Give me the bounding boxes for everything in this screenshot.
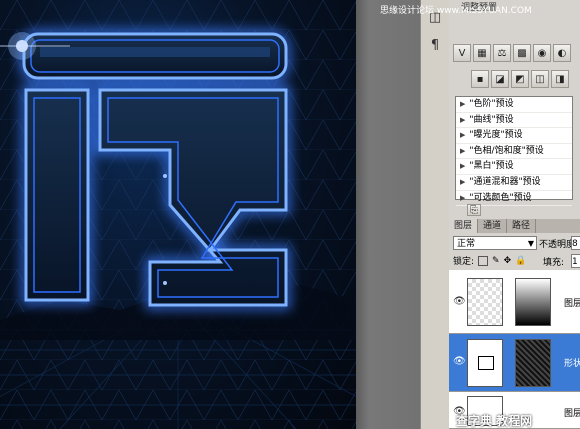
vibrance-icon[interactable]: V — [453, 44, 471, 62]
layer-name[interactable]: 图层 — [564, 296, 580, 309]
tab-layers[interactable]: 图层 — [449, 219, 479, 233]
paragraph-icon[interactable]: ¶ — [427, 38, 443, 54]
layer-row[interactable]: 👁 图层 — [449, 270, 580, 334]
vector-mask-thumbnail — [515, 339, 551, 387]
lock-row: 锁定: ✎ ✥ 🔒 — [453, 254, 526, 267]
lock-move-icon[interactable]: ✥ — [504, 256, 512, 266]
layers-list: 👁 图层 👁 形状 👁 图层 — [449, 270, 580, 429]
expand-arrow-icon: ▶ — [460, 146, 466, 155]
expand-arrow-icon: ▶ — [460, 115, 466, 124]
expand-arrow-icon: ▶ — [460, 100, 466, 108]
artwork — [0, 0, 356, 429]
adjustments-layers-panel: 调整预置 V ▦ ⚖ ▩ ◉ ◐ ▪ ◪ ◩ ◫ ◨ ▶ "色阶"预设 ▶ "曲线"… — [449, 0, 580, 429]
shape-preview — [478, 356, 494, 370]
threshold-icon[interactable]: ◩ — [511, 70, 529, 88]
color-balance-icon[interactable]: ⚖ — [493, 44, 511, 62]
expand-arrow-icon: ▶ — [460, 162, 466, 171]
layers-tabs: 图层 通道 路径 — [449, 219, 580, 233]
return-icon[interactable]: ⎘ — [467, 204, 481, 216]
layer-name[interactable]: 形状 — [564, 356, 580, 369]
workspace-background — [356, 0, 420, 429]
layer-thumbnail — [467, 339, 503, 387]
lock-all-icon[interactable]: 🔒 — [515, 256, 526, 266]
expand-arrow-icon: ▶ — [460, 177, 466, 186]
gradient-map-icon[interactable]: ◫ — [531, 70, 549, 88]
preset-item[interactable]: ▶ "通道混和器"预设 — [456, 175, 572, 191]
eye-icon[interactable]: 👁 — [453, 296, 466, 307]
expand-arrow-icon: ▶ — [460, 131, 466, 140]
invert-icon[interactable]: ▪ — [471, 70, 489, 88]
tab-paths[interactable]: 路径 — [507, 219, 537, 233]
channel-mixer-icon[interactable]: ◐ — [553, 44, 571, 62]
black-white-icon[interactable]: ▩ — [513, 44, 531, 62]
tab-channels[interactable]: 通道 — [478, 219, 508, 233]
adjustment-icons-row-2: ▪ ◪ ◩ ◫ ◨ — [471, 70, 569, 88]
expand-arrow-icon: ▶ — [460, 193, 466, 202]
blend-mode-select[interactable]: 正常 ▼ — [453, 236, 537, 250]
fill-input[interactable]: 1 — [571, 254, 580, 268]
eye-icon[interactable]: 👁 — [453, 356, 466, 367]
layer-thumbnail — [467, 278, 503, 326]
preset-item[interactable]: ▶ "色相/饱和度"预设 — [456, 144, 572, 160]
preset-item[interactable]: ▶ "曲线"预设 — [456, 113, 572, 129]
preset-item[interactable]: ▶ "黑白"预设 — [456, 159, 572, 175]
lock-paint-icon[interactable]: ✎ — [492, 256, 500, 266]
footer-watermark: 查字典 教程网 — [456, 414, 533, 428]
panel-icon-strip: ◫ ¶ — [420, 0, 450, 429]
lock-transparency-icon[interactable] — [478, 255, 489, 266]
opacity-input[interactable]: 8 — [571, 236, 580, 250]
posterize-icon[interactable]: ◪ — [491, 70, 509, 88]
chevron-down-icon: ▼ — [527, 239, 534, 248]
preset-item[interactable]: ▶ "色阶"预设 — [456, 97, 572, 113]
selective-color-icon[interactable]: ◨ — [551, 70, 569, 88]
preset-list: ▶ "色阶"预设 ▶ "曲线"预设 ▶ "曝光度"预设 ▶ "色相/饱和度"预设 ▶ "黑… — [455, 96, 573, 207]
site-watermark: 思缘设计论坛 www.MISSYUAN.COM — [380, 6, 532, 16]
document-canvas[interactable] — [0, 0, 356, 429]
photo-filter-icon[interactable]: ◉ — [533, 44, 551, 62]
preset-item[interactable]: ▶ "曝光度"预设 — [456, 128, 572, 144]
fill-label: 填充: — [543, 258, 565, 268]
layer-name[interactable]: 图层 — [564, 406, 580, 419]
layer-row-selected[interactable]: 👁 形状 — [449, 334, 580, 392]
layer-mask-thumbnail — [515, 278, 551, 326]
lock-label: 锁定: — [453, 257, 475, 267]
levels-icon[interactable]: ▦ — [473, 44, 491, 62]
adjustment-icons-row-1: V ▦ ⚖ ▩ ◉ ◐ — [453, 44, 571, 62]
